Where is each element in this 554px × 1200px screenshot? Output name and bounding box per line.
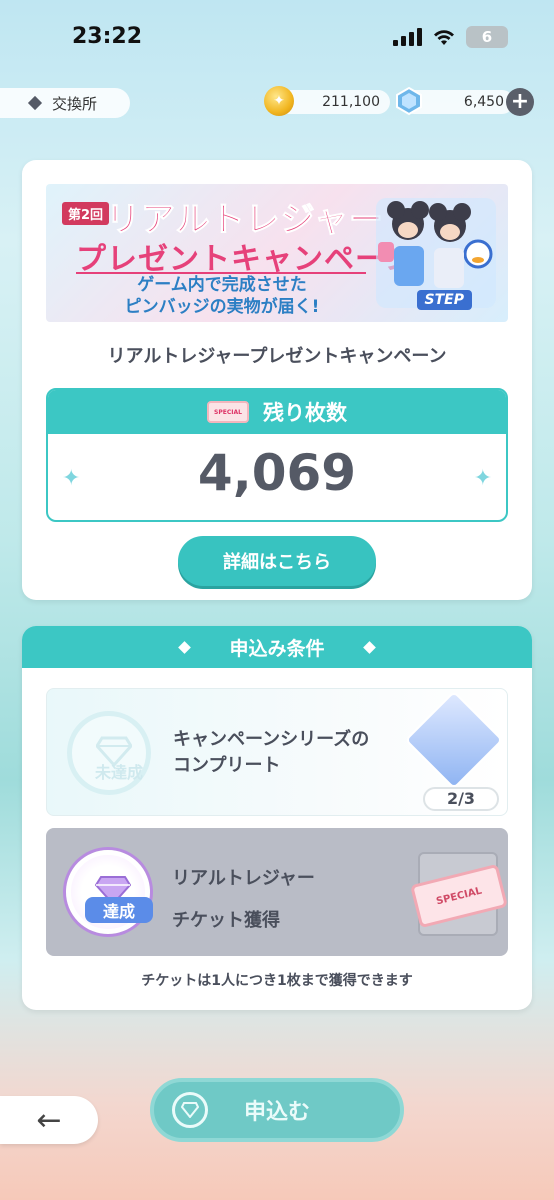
condition-text-line1: リアルトレジャー <box>172 868 315 889</box>
condition-note: チケットは1人につき1枚まで獲得できます <box>141 973 413 989</box>
apply-button-label: 申込む <box>243 1100 310 1125</box>
battery-indicator: 6 <box>466 26 508 48</box>
status-icons: 6 <box>393 26 508 48</box>
gem-amount: 6,450 <box>463 94 504 110</box>
apply-button[interactable]: 申込む <box>150 1078 404 1142</box>
condition-text-line1: キャンペーンシリーズの <box>173 729 370 750</box>
status-time: 23:22 <box>72 24 143 49</box>
status-badge: 達成 <box>85 897 153 923</box>
banner-subtitle: ゲーム内で完成させた ピンバッジの実物が届く! <box>124 275 320 317</box>
campaign-panel: 第2回 リアルトレジャー プレゼントキャンペーン ゲーム内で完成させた ピンバッ… <box>22 160 532 600</box>
wifi-icon <box>434 30 454 45</box>
diamond-icon <box>178 640 192 654</box>
banner-badge: 第2回 <box>62 202 110 225</box>
status-badge: 未達成 <box>94 763 143 782</box>
coin-amount: 211,100 <box>322 94 380 110</box>
diamond-icon <box>362 640 376 654</box>
condition-card-ticket: 達成 リアルトレジャー チケット獲得 SPECIAL <box>46 828 508 956</box>
donald-badge-icon <box>404 690 504 790</box>
achieved-medal-icon: 達成 <box>66 850 153 934</box>
ticket-icon: SPECIAL <box>207 401 249 423</box>
progress-count: 2/3 <box>423 787 499 811</box>
remaining-box: SPECIAL 残り枚数 ✦ 4,069 ✦ <box>46 388 508 522</box>
conditions-header: 申込み条件 <box>22 626 532 668</box>
sparkle-icon: ✦ <box>473 466 492 491</box>
details-button[interactable]: 詳細はこちら <box>178 536 376 586</box>
banner-logo: STEP <box>416 290 472 310</box>
condition-text: リアルトレジャー チケット獲得 <box>172 858 315 942</box>
signal-icon <box>393 28 422 46</box>
remaining-count: 4,069 <box>197 444 357 502</box>
back-button[interactable]: ← <box>0 1096 98 1144</box>
add-gems-button[interactable]: + <box>506 88 534 116</box>
back-arrow-icon: ← <box>36 1102 62 1138</box>
campaign-title: リアルトレジャープレゼントキャンペーン <box>107 346 447 367</box>
gem-icon <box>396 86 422 116</box>
incomplete-medal-icon: 未達成 <box>67 711 151 795</box>
shop-label: 交換所 <box>52 94 98 113</box>
condition-text-line2: コンプリート <box>173 755 281 776</box>
top-header: 交換所 ✦ 211,100 6,450 + <box>0 86 554 118</box>
diamond-icon <box>181 1102 199 1118</box>
status-bar: 23:22 6 <box>0 0 554 74</box>
shop-tab[interactable]: 交換所 <box>0 88 130 118</box>
conditions-title: 申込み条件 <box>229 637 325 660</box>
remaining-header: SPECIAL 残り枚数 <box>48 390 506 434</box>
remaining-label: 残り枚数 <box>263 401 347 425</box>
diamond-icon <box>27 95 43 111</box>
coin-icon: ✦ <box>264 86 294 116</box>
coin-counter: ✦ 211,100 <box>264 86 390 116</box>
conditions-panel: 申込み条件 未達成 キャンペーンシリーズの コンプリート 2/3 達成 リアルト… <box>22 626 532 1010</box>
condition-text: キャンペーンシリーズの コンプリート <box>173 727 369 779</box>
condition-card-series: 未達成 キャンペーンシリーズの コンプリート 2/3 <box>46 688 508 816</box>
condition-text-line2: チケット獲得 <box>172 910 280 931</box>
gem-counter: 6,450 <box>396 86 514 116</box>
campaign-banner[interactable]: 第2回 リアルトレジャー プレゼントキャンペーン ゲーム内で完成させた ピンバッ… <box>46 184 508 322</box>
medal-icon <box>172 1092 208 1128</box>
